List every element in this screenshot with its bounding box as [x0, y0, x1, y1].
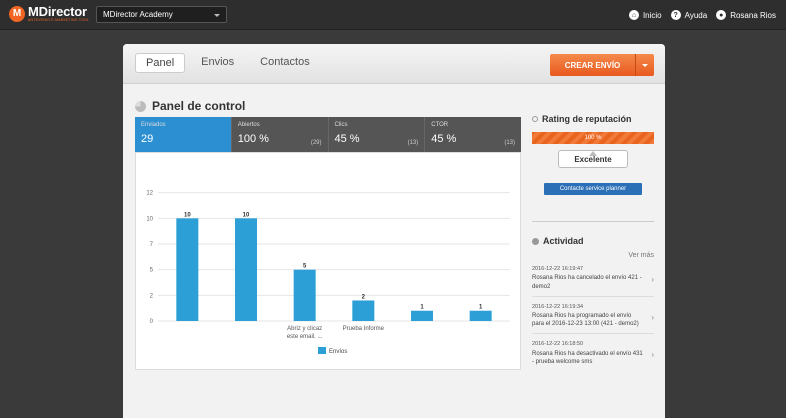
stat-clics[interactable]: Clics 45 % (13) — [328, 117, 426, 152]
y-tick-label: 0 — [150, 319, 154, 325]
bar-data-label: 10 — [184, 212, 191, 218]
brand-tagline: ANTEVENIO E-MARKETING TOOL — [28, 18, 90, 22]
tabs: Panel Envios Contactos — [135, 53, 320, 73]
envios-chart: 0 2 5 7 10 12 10 10 5 Abriz y clicaz este email. .… — [135, 152, 521, 370]
activity-time: 2016-12-22 16:18:50 — [532, 341, 584, 348]
activity-time: 2016-12-22 16:19:47 — [532, 266, 584, 272]
x-tick-label: Prueba Informe — [343, 326, 385, 332]
clock-icon — [532, 237, 539, 245]
account-selector[interactable]: MDirector Academy — [96, 6, 227, 23]
stat-abiertos[interactable]: Abiertos 100 % (29) — [231, 117, 329, 152]
divider — [532, 221, 654, 222]
stat-label: Enviados — [141, 122, 166, 128]
x-tick-label: Abriz y clicaz — [287, 326, 322, 332]
brand-logo-mark: M — [9, 5, 25, 22]
stat-label: Clics — [334, 122, 348, 128]
bar-data-label: 1 — [479, 305, 483, 311]
activity-item[interactable]: 2016-12-22 16:19:34 Rosana Rios ha progr… — [532, 297, 654, 335]
activity-item[interactable]: 2016-12-22 16:19:47 Rosana Rios ha cance… — [532, 259, 654, 297]
nav-user[interactable]: ● Rosana Rios — [716, 10, 776, 20]
bar-data-label: 5 — [303, 264, 307, 270]
legend-swatch — [318, 347, 326, 354]
bar — [352, 300, 375, 321]
account-selector-value: MDirector Academy — [103, 10, 173, 19]
stats-strip: Enviados 29 Abiertos 100 % (29) Clics 45… — [135, 117, 521, 157]
stat-count: (13) — [504, 140, 515, 146]
nav-user-label: Rosana Rios — [730, 10, 776, 20]
bar-data-label: 1 — [420, 305, 424, 311]
stat-count: (29) — [310, 140, 322, 146]
stat-label: Abiertos — [237, 122, 260, 128]
activity-text: Rosana Rios ha desactivado el envío 431 … — [532, 350, 643, 365]
activity-list: 2016-12-22 16:19:47 Rosana Rios ha cance… — [532, 259, 654, 371]
create-envio-dropdown[interactable] — [636, 54, 654, 76]
rating-title: Rating de reputación — [542, 114, 632, 124]
y-tick-label: 5 — [150, 268, 154, 274]
bar — [411, 310, 433, 321]
chevron-right-icon: › — [651, 350, 654, 360]
create-envio-label: CREAR ENVÍO — [550, 54, 636, 76]
nav-ayuda[interactable]: ? Ayuda — [670, 10, 708, 20]
y-tick-label: 7 — [150, 242, 154, 248]
y-tick-label: 2 — [150, 293, 154, 299]
pin-icon — [532, 116, 538, 122]
activity-text: Rosana Rios ha programado el envío para … — [532, 313, 639, 328]
page-title: Panel de control — [135, 99, 245, 113]
create-envio-button[interactable]: CREAR ENVÍO — [550, 54, 654, 76]
bar — [293, 269, 316, 321]
user-icon: ● — [716, 10, 727, 20]
bar — [176, 218, 199, 321]
page-title-text: Panel de control — [152, 99, 246, 113]
nav-inicio-label: Inicio — [642, 10, 662, 20]
chevron-right-icon: › — [651, 312, 654, 322]
stat-ctor[interactable]: CTOR 45 % (13) — [425, 117, 521, 152]
brand-name: MDirector — [28, 4, 87, 19]
tab-envios[interactable]: Envios — [191, 53, 244, 73]
stat-value: 100 % — [237, 133, 269, 145]
help-icon: ? — [670, 10, 681, 20]
rating-level: Excelente — [558, 150, 628, 168]
chevron-down-icon — [642, 63, 648, 67]
y-tick-label: 12 — [146, 191, 153, 197]
stat-value: 45 % — [431, 133, 457, 145]
legend-label: Envíos — [329, 349, 347, 355]
bar — [235, 218, 257, 321]
rating-percent: 100 % — [584, 135, 602, 141]
x-tick-label: este email. ... — [287, 334, 323, 340]
brand-logo[interactable]: M MDirector ANTEVENIO E-MARKETING TOOL — [9, 5, 89, 23]
stat-count: (13) — [407, 140, 419, 146]
see-more-link[interactable]: Ver más — [532, 252, 654, 259]
chevron-right-icon: › — [651, 275, 654, 284]
activity-item[interactable]: 2016-12-22 16:18:50 Rosana Rios ha desac… — [532, 334, 654, 371]
nav-inicio[interactable]: ⌂ Inicio — [628, 10, 662, 20]
contact-planner-button[interactable]: Contacte service planner — [544, 183, 642, 195]
rating-progress-bar: 100 % — [532, 132, 654, 144]
stat-value: 29 — [141, 133, 154, 145]
activity-time: 2016-12-22 16:19:34 — [532, 303, 584, 310]
activity-text: Rosana Rios ha cancelado el envío 421 - … — [532, 275, 642, 290]
tab-panel[interactable]: Panel — [135, 53, 186, 73]
activity-title: Actividad — [543, 236, 584, 246]
home-icon: ⌂ — [628, 10, 639, 20]
card-header: Panel Envios Contactos CREAR ENVÍO — [123, 44, 665, 84]
sidebar: Rating de reputación 100 % Excelente Con… — [532, 114, 654, 371]
pie-chart-icon — [135, 100, 146, 112]
y-tick-label: 10 — [146, 216, 153, 222]
activity-heading: Actividad — [532, 236, 654, 246]
tab-contactos[interactable]: Contactos — [250, 53, 320, 73]
rating-heading: Rating de reputación — [532, 114, 654, 124]
bar-chart: 0 2 5 7 10 12 10 10 5 Abriz y clicaz este email. .… — [146, 191, 510, 355]
bar — [469, 310, 492, 321]
bar-data-label: 10 — [243, 212, 250, 218]
nav-ayuda-label: Ayuda — [684, 10, 708, 20]
main-card: Panel Envios Contactos CREAR ENVÍO Panel… — [123, 44, 665, 418]
stat-enviados[interactable]: Enviados 29 — [135, 117, 232, 157]
chevron-down-icon — [214, 14, 220, 17]
stat-value: 45 % — [334, 133, 360, 145]
top-bar: M MDirector ANTEVENIO E-MARKETING TOOL M… — [0, 0, 786, 30]
stat-label: CTOR — [431, 122, 449, 128]
